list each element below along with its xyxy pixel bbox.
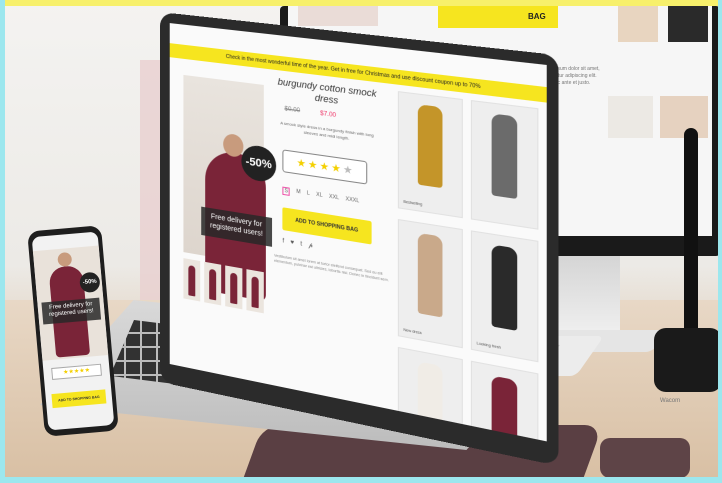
rating-stars[interactable]: ★ ★ ★ ★ ★ <box>282 149 368 185</box>
thumbnail[interactable] <box>225 265 243 310</box>
grid-product-label: Looking fresh <box>476 341 501 350</box>
monitor-thumb <box>608 96 653 138</box>
size-option[interactable]: S <box>282 186 291 196</box>
product-main-image[interactable]: -50% Free delivery for registered users! <box>183 74 277 302</box>
grid-product-figure <box>417 360 443 442</box>
star-icon[interactable]: ★ <box>343 164 353 177</box>
product-short-description: A smock style dress in a burgundy finish… <box>280 120 374 141</box>
star-icon[interactable]: ★ <box>320 160 330 173</box>
grid-product-figure <box>491 375 518 442</box>
grid-product-card[interactable] <box>470 99 539 230</box>
social-icon[interactable]: 𝓅 <box>308 243 313 251</box>
price-new: $7.00 <box>320 110 337 120</box>
monitor-thumb <box>618 6 658 42</box>
grid-product-card[interactable]: Looking fresh <box>470 230 539 363</box>
thumbnail[interactable] <box>183 258 201 302</box>
scene: BAG Lorem ipsum dolor sit amet, consecte… <box>0 0 722 483</box>
grid-product-label: Bestselling <box>403 199 423 207</box>
grid-product-figure <box>491 112 518 200</box>
laptop-screen: Check in the most wonderful time of the … <box>169 23 547 442</box>
star-icon[interactable]: ★ <box>308 159 317 172</box>
frame-bottom <box>0 477 722 483</box>
desk-mousepad-edge <box>600 438 690 478</box>
grid-product-label: New dress <box>403 327 422 336</box>
grid-product-card[interactable]: Bestselling <box>397 91 463 219</box>
star-icon[interactable]: ★ <box>297 157 306 170</box>
monitor-thumb <box>668 6 708 42</box>
grid-product-card[interactable] <box>397 346 463 442</box>
social-icon[interactable]: f <box>282 238 284 246</box>
social-icon[interactable]: t <box>300 241 302 249</box>
social-share: f ♥ t 𝓅 <box>282 238 313 250</box>
size-option[interactable]: M <box>296 189 300 198</box>
star-icon[interactable]: ★ <box>331 162 341 175</box>
phone-screen: -50% Free delivery for registered users!… <box>31 231 115 431</box>
pen-holder-brand: Wacom <box>660 398 681 404</box>
size-option[interactable]: XL <box>316 192 322 201</box>
monitor-yellow-band: BAG <box>438 6 558 28</box>
size-option[interactable]: XXXL <box>346 196 360 207</box>
add-to-bag-button[interactable]: ADD TO SHOPPING BAG <box>282 207 372 245</box>
frame-left <box>0 0 5 483</box>
phone-add-to-bag-button[interactable]: ADD TO SHOPPING BAG <box>51 389 107 409</box>
size-option[interactable]: XXL <box>329 194 339 204</box>
stylus-pen <box>684 128 698 348</box>
size-selector: S M L XL XXL XXXL <box>282 186 360 207</box>
grid-product-card[interactable] <box>470 360 539 442</box>
grid-product-card[interactable]: New dress <box>397 218 463 349</box>
social-icon[interactable]: ♥ <box>290 240 294 248</box>
price-old: $0.00 <box>284 106 301 115</box>
grid-product-figure <box>417 232 443 318</box>
grid-product-figure <box>491 244 518 332</box>
size-option[interactable]: L <box>307 190 310 199</box>
monitor-thumb <box>298 6 378 26</box>
thumbnail[interactable] <box>246 269 264 314</box>
phone-rating-stars[interactable]: ★★★★★ <box>51 363 103 381</box>
thumbnail[interactable] <box>204 261 222 306</box>
pen-holder <box>654 328 722 392</box>
grid-product-figure <box>417 103 443 189</box>
frame-right <box>718 0 722 483</box>
product-long-description: Vestibulum sit amet lorem at tortor elei… <box>274 253 389 283</box>
